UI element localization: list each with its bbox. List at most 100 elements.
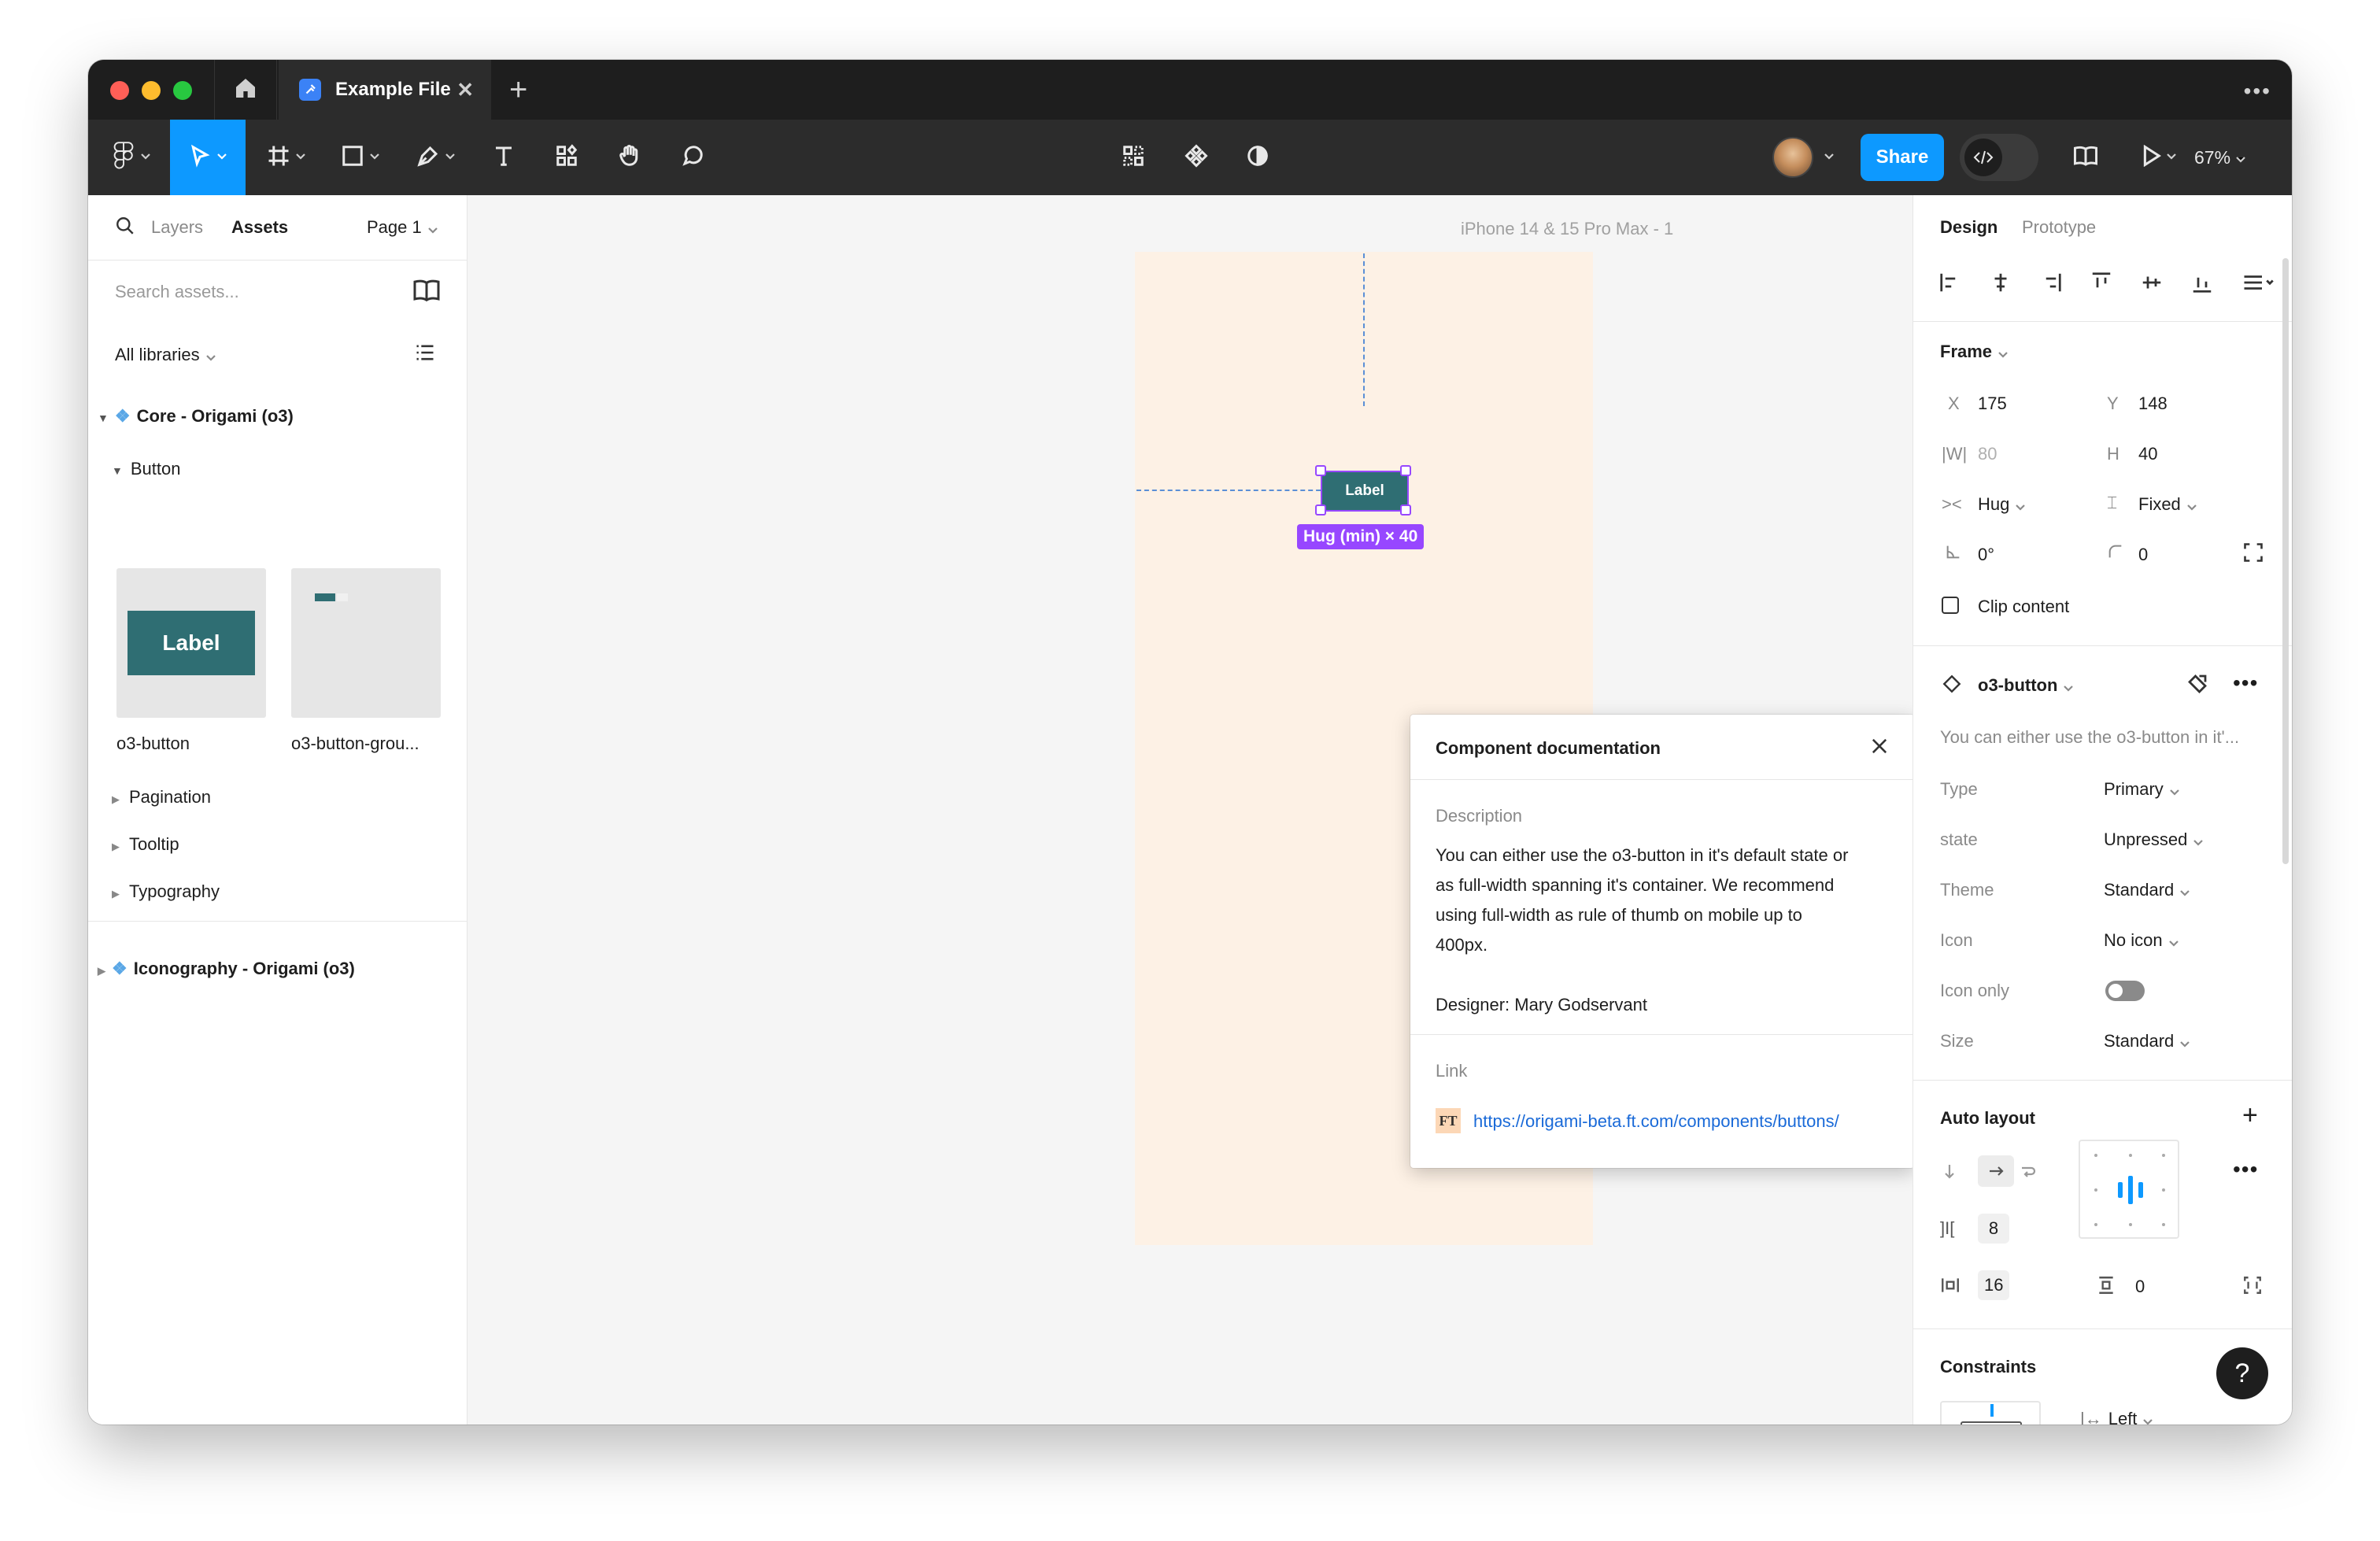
y-input[interactable]: 148 (2138, 394, 2168, 414)
align-right-icon[interactable] (2039, 271, 2063, 298)
prop-state-dropdown[interactable]: Unpressed (2104, 830, 2204, 851)
group-button[interactable]: ▼ Button (112, 459, 180, 479)
align-horizontal-center-icon[interactable] (1989, 271, 2012, 298)
icon-only-toggle[interactable] (2105, 981, 2145, 1001)
close-tab-icon[interactable]: ✕ (456, 79, 474, 101)
minimize-window-button[interactable] (142, 81, 161, 100)
page-selector[interactable]: Page 1 (367, 217, 438, 238)
vertical-padding-input[interactable]: 0 (2135, 1277, 2145, 1297)
search-assets-input[interactable]: Search assets... (115, 282, 239, 302)
tab-assets[interactable]: Assets (231, 217, 288, 238)
align-vertical-center-icon[interactable] (2140, 271, 2164, 298)
prop-type-dropdown[interactable]: Primary (2104, 779, 2179, 800)
alignment-dot[interactable] (2129, 1154, 2132, 1157)
x-input[interactable]: 175 (1978, 394, 2007, 414)
group-pagination[interactable]: ▶ Pagination (112, 787, 211, 807)
avatar[interactable] (1772, 137, 1813, 178)
resize-handle[interactable] (1400, 504, 1411, 516)
library-core-origami[interactable]: ▼ ❖ Core - Origami (o3) (98, 406, 294, 427)
more-options-icon[interactable]: ••• (2233, 1157, 2258, 1182)
individual-padding-icon[interactable] (2242, 1275, 2263, 1299)
go-to-main-component-icon[interactable] (2186, 672, 2209, 700)
close-icon[interactable] (1868, 735, 1890, 761)
component-name-dropdown[interactable]: o3-button (1978, 675, 2074, 697)
shape-tool-button[interactable] (332, 120, 389, 195)
vertical-direction-icon[interactable] (1940, 1162, 1959, 1184)
avatar-menu-button[interactable] (1815, 120, 1839, 195)
group-typography[interactable]: ▶ Typography (112, 881, 220, 902)
more-options-icon[interactable]: ••• (2233, 671, 2258, 696)
asset-o3-button-group-thumbnail[interactable] (291, 568, 441, 718)
hand-tool-button[interactable] (608, 120, 652, 195)
pen-tool-button[interactable] (408, 120, 464, 195)
add-auto-layout-icon[interactable]: + (2242, 1100, 2258, 1131)
alignment-grid[interactable] (2079, 1140, 2179, 1239)
main-menu-button[interactable] (104, 120, 159, 195)
library-button[interactable] (2064, 120, 2108, 195)
resize-handle[interactable] (1400, 465, 1411, 476)
alignment-dot[interactable] (2094, 1154, 2097, 1157)
group-tooltip[interactable]: ▶ Tooltip (112, 834, 179, 855)
align-bottom-icon[interactable] (2190, 271, 2214, 298)
alignment-dot[interactable] (2094, 1188, 2097, 1192)
alignment-dot[interactable] (2129, 1223, 2132, 1226)
horizontal-direction-button[interactable] (1978, 1155, 2014, 1187)
resources-button[interactable] (545, 120, 589, 195)
corner-radius-input[interactable]: 0 (2138, 545, 2148, 565)
search-icon[interactable] (115, 216, 135, 240)
gap-input[interactable]: 8 (1978, 1214, 2009, 1244)
resize-handle[interactable] (1315, 504, 1326, 516)
assets-grid-button[interactable] (1111, 120, 1155, 195)
frame-section-title[interactable]: Frame (1940, 342, 2008, 363)
zoom-level-dropdown[interactable]: 67% (2194, 120, 2246, 195)
help-button[interactable]: ? (2216, 1347, 2268, 1399)
clip-content-checkbox[interactable] (1942, 597, 1959, 614)
alignment-dot[interactable] (2162, 1154, 2165, 1157)
prop-theme-dropdown[interactable]: Standard (2104, 880, 2190, 901)
move-tool-button[interactable] (170, 120, 246, 195)
independent-corners-icon[interactable] (2242, 541, 2264, 567)
distribute-icon[interactable] (2241, 271, 2275, 298)
new-tab-button[interactable]: + (509, 72, 527, 107)
dev-mode-toggle[interactable] (1960, 134, 2038, 181)
constraints-widget[interactable] (1940, 1401, 2041, 1425)
library-iconography-origami[interactable]: ▶ ❖ Iconography - Origami (o3) (98, 959, 355, 979)
library-book-icon[interactable] (412, 279, 441, 306)
width-sizing-dropdown[interactable]: Hug (1978, 494, 2026, 516)
alignment-dot[interactable] (2162, 1188, 2165, 1192)
documentation-link[interactable]: https://origami-beta.ft.com/components/b… (1473, 1111, 1839, 1132)
align-left-icon[interactable] (1938, 271, 1962, 298)
libraries-dropdown[interactable]: All libraries (115, 345, 216, 366)
h-input[interactable]: 40 (2138, 444, 2157, 464)
prop-size-dropdown[interactable]: Standard (2104, 1031, 2190, 1052)
comment-tool-button[interactable] (671, 120, 715, 195)
frame-tool-button[interactable] (258, 120, 315, 195)
close-window-button[interactable] (110, 81, 129, 100)
scrollbar[interactable] (2282, 258, 2289, 864)
tab-layers[interactable]: Layers (151, 217, 203, 238)
alignment-dot[interactable] (2162, 1223, 2165, 1226)
wrap-icon[interactable] (2019, 1162, 2038, 1184)
present-button[interactable] (2131, 120, 2186, 195)
horizontal-constraint-dropdown[interactable]: |↔ Left (2080, 1409, 2153, 1425)
list-view-icon[interactable] (414, 342, 436, 368)
height-sizing-dropdown[interactable]: Fixed (2138, 494, 2197, 516)
alignment-dot[interactable] (2094, 1223, 2097, 1226)
more-options-icon[interactable]: ••• (2244, 79, 2271, 104)
share-button[interactable]: Share (1861, 134, 1944, 181)
rotation-input[interactable]: 0° (1978, 545, 1994, 565)
prop-icon-dropdown[interactable]: No icon (2104, 930, 2179, 952)
resize-handle[interactable] (1315, 465, 1326, 476)
file-tab[interactable]: Example File ✕ (279, 60, 491, 120)
frame-name-label[interactable]: iPhone 14 & 15 Pro Max - 1 (1461, 219, 1673, 239)
align-top-icon[interactable] (2090, 271, 2113, 298)
home-tab[interactable] (214, 60, 277, 120)
w-input[interactable]: 80 (1978, 444, 1997, 464)
tab-design[interactable]: Design (1940, 217, 1998, 238)
components-button[interactable] (1174, 120, 1218, 195)
selected-button-component[interactable]: Label (1321, 471, 1409, 512)
maximize-window-button[interactable] (173, 81, 192, 100)
theme-toggle-button[interactable] (1236, 120, 1280, 195)
asset-o3-button-thumbnail[interactable]: Label (116, 568, 266, 718)
text-tool-button[interactable] (482, 120, 526, 195)
